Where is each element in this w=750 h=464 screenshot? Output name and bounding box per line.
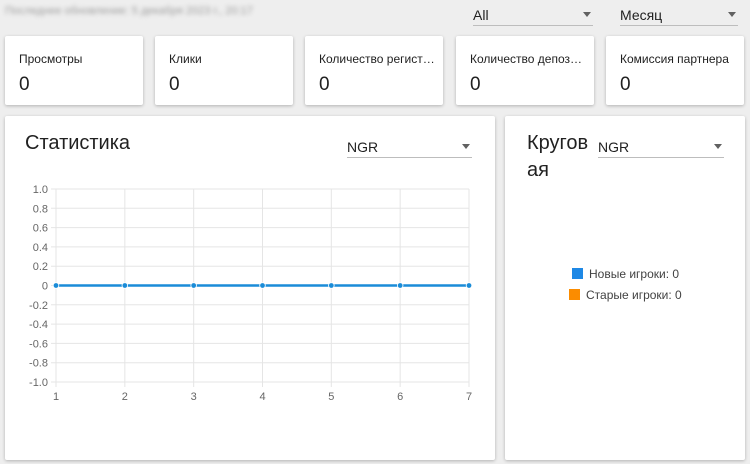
stat-label: Просмотры bbox=[19, 52, 83, 66]
legend-swatch-new-players bbox=[572, 268, 583, 279]
stat-card-clicks: Клики 0 bbox=[155, 36, 293, 105]
x-tick-label: 4 bbox=[259, 391, 265, 403]
statistics-panel: Статистика NGR 1.0 0.8 0.6 0.4 0.2 0 -0.2 -0.4 -… bbox=[5, 116, 495, 460]
stat-label: Клики bbox=[169, 52, 202, 66]
pie-metric-value: NGR bbox=[598, 139, 630, 155]
stat-value: 0 bbox=[470, 74, 481, 95]
stat-card-registrations: Количество регистраций 0 bbox=[305, 36, 443, 105]
top-bar: Последнее обновление: 5 декабря 2023 г.,… bbox=[0, 0, 750, 30]
stat-value: 0 bbox=[319, 74, 330, 95]
stat-label: Комиссия партнера bbox=[620, 52, 729, 66]
pie-metric-select[interactable]: NGR bbox=[598, 134, 724, 158]
y-tick-label: -1.0 bbox=[29, 377, 48, 389]
stat-card-deposits: Количество депозитов 0 bbox=[456, 36, 594, 105]
data-point bbox=[328, 282, 335, 289]
y-tick-label: 1.0 bbox=[33, 184, 48, 196]
data-point bbox=[396, 282, 404, 289]
stat-value: 0 bbox=[19, 74, 30, 95]
chevron-down-icon bbox=[728, 12, 736, 17]
data-point bbox=[121, 282, 129, 289]
data-point bbox=[190, 282, 197, 289]
x-tick-label: 6 bbox=[397, 391, 403, 403]
legend-label: Старые игроки: 0 bbox=[586, 288, 682, 302]
stat-value: 0 bbox=[169, 74, 180, 95]
stat-card-commission: Комиссия партнера 0 bbox=[606, 36, 744, 105]
y-tick-label: 0.2 bbox=[33, 261, 48, 273]
legend-swatch-old-players bbox=[569, 289, 580, 300]
data-point bbox=[259, 282, 266, 289]
x-tick-label: 7 bbox=[466, 391, 472, 403]
x-tick-label: 3 bbox=[191, 391, 197, 403]
data-point bbox=[465, 282, 473, 289]
statistics-metric-select[interactable]: NGR bbox=[347, 134, 472, 158]
x-tick-label: 2 bbox=[122, 391, 128, 403]
stat-label: Количество депозитов bbox=[470, 52, 586, 66]
x-tick-label: 1 bbox=[53, 391, 59, 403]
period-select-value: Месяц bbox=[620, 7, 663, 23]
pie-panel: Кругов ая NGR Новые игроки: 0 Старые игр… bbox=[505, 116, 745, 460]
y-tick-label: -0.4 bbox=[29, 319, 48, 331]
y-tick-label: 0.4 bbox=[33, 242, 48, 254]
period-select[interactable]: Месяц bbox=[620, 2, 738, 26]
statistics-line-chart: 1.0 0.8 0.6 0.4 0.2 0 -0.2 -0.4 -0.6 -0.8 -1.0 1 2 3 4… bbox=[29, 184, 473, 403]
chevron-down-icon bbox=[714, 144, 722, 149]
legend-label: Новые игроки: 0 bbox=[589, 267, 680, 281]
y-tick-label: -0.6 bbox=[29, 338, 48, 350]
y-tick-label: 0 bbox=[42, 281, 48, 293]
legend-item-old-players[interactable]: Старые игроки: 0 bbox=[569, 288, 682, 302]
last-updated-text: Последнее обновление: 5 декабря 2023 г.,… bbox=[5, 5, 253, 17]
statistics-metric-value: NGR bbox=[347, 139, 379, 155]
statistics-title: Статистика bbox=[25, 132, 131, 154]
filter-select-value: All bbox=[473, 7, 489, 23]
legend-item-new-players[interactable]: Новые игроки: 0 bbox=[572, 267, 679, 281]
filter-select[interactable]: All bbox=[473, 2, 593, 26]
pie-title-line-2: ая bbox=[527, 159, 549, 181]
chevron-down-icon bbox=[462, 144, 470, 149]
stat-card-views: Просмотры 0 bbox=[5, 36, 143, 105]
stat-label: Количество регистраций bbox=[319, 52, 435, 66]
x-tick-label: 5 bbox=[328, 391, 334, 403]
data-point bbox=[52, 282, 60, 289]
y-tick-label: 0.6 bbox=[33, 223, 48, 235]
pie-title-line-1: Кругов bbox=[527, 132, 589, 154]
stat-value: 0 bbox=[620, 74, 631, 95]
y-tick-label: 0.8 bbox=[33, 203, 48, 215]
chevron-down-icon bbox=[583, 12, 591, 17]
pie-title: Кругов ая bbox=[527, 130, 588, 184]
y-tick-label: -0.8 bbox=[29, 358, 48, 370]
y-tick-label: -0.2 bbox=[29, 300, 48, 312]
